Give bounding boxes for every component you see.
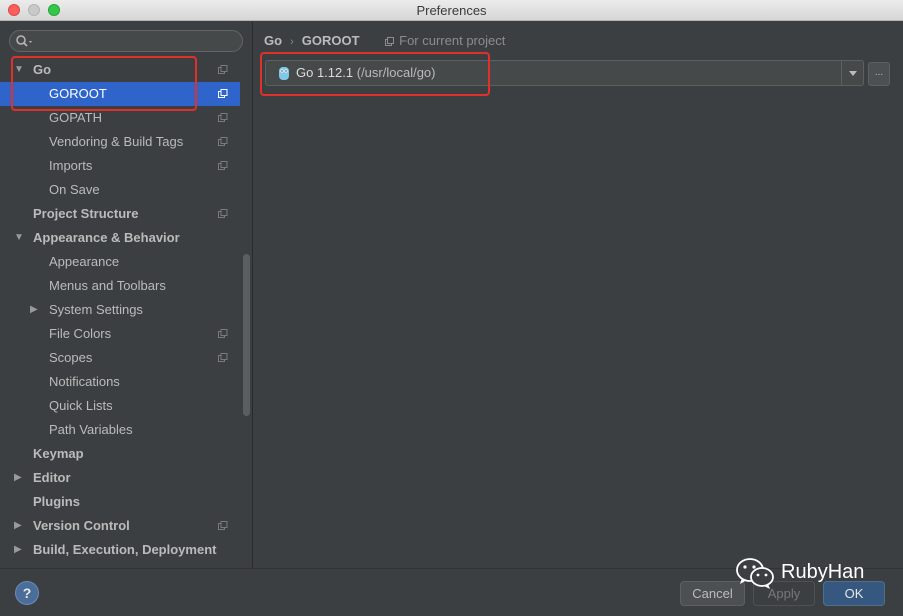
tree-item-file-colors[interactable]: File Colors — [0, 322, 240, 346]
tree-item-keymap[interactable]: Keymap — [0, 442, 240, 466]
tree-item-label: Plugins — [33, 494, 80, 509]
tree-item-on-save[interactable]: On Save — [0, 178, 240, 202]
sdk-dropdown-button[interactable] — [841, 61, 863, 85]
collapsed-arrow-icon[interactable]: ▶ — [14, 466, 26, 490]
breadcrumb-parent: Go — [264, 33, 283, 48]
tree-item-label: Appearance — [49, 254, 120, 269]
watermark: RubyHan — [735, 556, 903, 592]
tree-item-label: Quick Lists — [49, 398, 113, 413]
tree-item-label: Appearance & Behavior — [33, 230, 180, 245]
project-scope-icon — [385, 37, 395, 46]
project-level-icon — [218, 521, 228, 530]
project-level-icon — [218, 209, 228, 218]
collapsed-arrow-icon[interactable]: ▶ — [14, 514, 26, 538]
tree-item-plugins[interactable]: Plugins — [0, 490, 240, 514]
help-button[interactable]: ? — [15, 581, 39, 605]
project-level-icon — [218, 161, 228, 170]
chevron-down-icon — [849, 71, 857, 76]
tree-item-version-control[interactable]: ▶ Version Control — [0, 514, 240, 538]
tree-item-label: Path Variables — [49, 422, 133, 437]
expanded-arrow-icon[interactable]: ▼ — [14, 226, 26, 250]
tree-item-vendoring-build-tags[interactable]: Vendoring & Build Tags — [0, 130, 240, 154]
tree-item-appearance[interactable]: Appearance — [0, 250, 240, 274]
tree-item-imports[interactable]: Imports — [0, 154, 240, 178]
tree-item-label: File Colors — [49, 326, 112, 341]
tree-item-label: Imports — [49, 158, 93, 173]
tree-item-quick-lists[interactable]: Quick Lists — [0, 394, 240, 418]
tree-item-label: Menus and Toolbars — [49, 278, 166, 293]
breadcrumb-separator-icon: › — [290, 36, 294, 48]
project-level-icon — [218, 329, 228, 338]
collapsed-arrow-icon[interactable]: ▶ — [30, 298, 42, 322]
watermark-text: RubyHan — [781, 561, 865, 583]
tree-item-path-variables[interactable]: Path Variables — [0, 418, 240, 442]
tree-item-label: On Save — [49, 182, 100, 197]
tree-item-system-settings[interactable]: ▶ System Settings — [0, 298, 240, 322]
settings-content: Go › GOROOT For current project Go 1.12.1 … — [254, 22, 903, 568]
annotation-box-go-goroot — [11, 56, 197, 111]
tree-item-scopes[interactable]: Scopes — [0, 346, 240, 370]
tree-item-label: Build, Execution, Deployment — [33, 542, 217, 557]
tree-item-project-structure[interactable]: Project Structure — [0, 202, 240, 226]
search-icon[interactable] — [14, 33, 34, 49]
project-level-icon — [218, 89, 228, 98]
scope-label: For current project — [399, 33, 506, 48]
project-level-icon — [218, 137, 228, 146]
tree-item-label: Version Control — [33, 518, 130, 533]
tree-item-label: Vendoring & Build Tags — [49, 134, 184, 149]
settings-search-input[interactable] — [9, 30, 243, 52]
tree-item-notifications[interactable]: Notifications — [0, 370, 240, 394]
sidebar-scrollbar[interactable] — [243, 254, 250, 416]
tree-item-label: System Settings — [49, 302, 143, 317]
tree-item-appearance-behavior[interactable]: ▼ Appearance & Behavior — [0, 226, 240, 250]
settings-tree: ▼ Go GOROOT GOPATH Vendoring & Build Tags Imp… — [0, 58, 240, 562]
window-title: Preferences — [416, 3, 487, 18]
wechat-icon — [736, 558, 774, 589]
tree-item-label: Scopes — [49, 350, 93, 365]
collapsed-arrow-icon[interactable]: ▶ — [14, 538, 26, 562]
project-level-icon — [218, 353, 228, 362]
breadcrumb-current: GOROOT — [301, 33, 360, 48]
tree-item-label: Keymap — [33, 446, 84, 461]
annotation-box-sdk — [260, 52, 490, 96]
breadcrumb: Go › GOROOT For current project — [264, 32, 505, 50]
tree-item-label: Project Structure — [33, 206, 139, 221]
tree-item-label: Notifications — [49, 374, 120, 389]
project-level-icon — [218, 65, 228, 74]
tree-item-menus-and-toolbars[interactable]: Menus and Toolbars — [0, 274, 240, 298]
scope-hint: For current project — [385, 33, 505, 48]
tree-item-editor[interactable]: ▶ Editor — [0, 466, 240, 490]
tree-item-build-execution-deployment[interactable]: ▶ Build, Execution, Deployment — [0, 538, 240, 562]
title-bar: Preferences — [0, 0, 903, 21]
project-level-icon — [218, 113, 228, 122]
tree-item-label: Editor — [33, 470, 71, 485]
sdk-browse-button[interactable]: ... — [868, 62, 890, 86]
